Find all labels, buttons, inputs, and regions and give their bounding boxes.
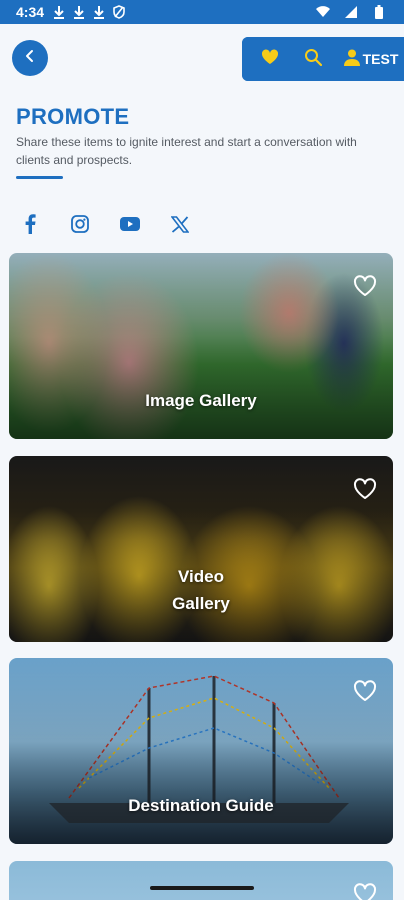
wifi-icon (316, 5, 330, 19)
instagram-icon[interactable] (66, 210, 94, 238)
social-links (16, 210, 194, 238)
favorite-heart-icon[interactable] (353, 883, 379, 900)
card-label: Destination Guide (128, 796, 274, 815)
status-bar: 4:34 (0, 0, 404, 24)
back-button[interactable] (12, 40, 48, 76)
search-button[interactable] (290, 40, 336, 78)
search-icon (304, 48, 323, 71)
battery-icon (372, 5, 386, 19)
youtube-icon[interactable] (116, 210, 144, 238)
download-icon (52, 5, 66, 19)
favorites-button[interactable] (250, 40, 290, 78)
download-icon (92, 5, 106, 19)
favorite-heart-icon[interactable] (353, 680, 379, 704)
status-time: 4:34 (16, 4, 45, 20)
title-underline (16, 176, 63, 179)
top-toolbar: TEST (242, 37, 404, 81)
page-description: Share these items to ignite interest and… (16, 135, 357, 167)
card-label-line1: Video (178, 567, 224, 586)
account-button[interactable]: TEST (336, 40, 404, 78)
account-label: TEST (362, 51, 399, 67)
promo-card[interactable] (9, 861, 393, 900)
heart-icon (261, 48, 279, 70)
card-label-line2: Gallery (172, 594, 230, 613)
x-icon[interactable] (166, 210, 194, 238)
vpn-shield-icon (112, 5, 126, 19)
card-label: Image Gallery (145, 391, 257, 410)
image-gallery-card[interactable]: Image Gallery (9, 253, 393, 439)
home-indicator[interactable] (150, 886, 254, 890)
user-icon (343, 49, 360, 69)
destination-guide-card[interactable]: Destination Guide (9, 658, 393, 844)
download-icon (72, 5, 86, 19)
signal-icon (344, 5, 358, 19)
video-gallery-card[interactable]: Video Gallery (9, 456, 393, 642)
facebook-icon[interactable] (16, 210, 44, 238)
chevron-left-icon (24, 49, 36, 68)
favorite-heart-icon[interactable] (353, 478, 379, 502)
favorite-heart-icon[interactable] (353, 275, 379, 299)
page-title: PROMOTE (16, 104, 130, 129)
